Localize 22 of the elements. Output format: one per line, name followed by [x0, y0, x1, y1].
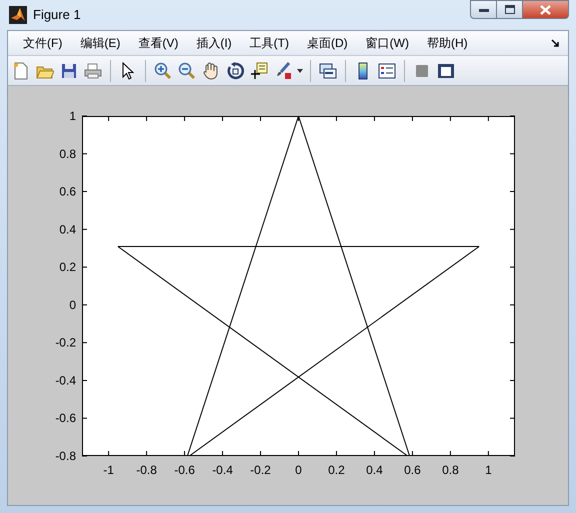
x-tick-label: -0.4 — [212, 463, 233, 477]
x-tick-label: -0.6 — [174, 463, 195, 477]
y-tick-label: 0 — [69, 298, 76, 312]
x-tick-label: 0.2 — [328, 463, 345, 477]
y-tick-label: 0.8 — [59, 146, 76, 161]
y-tick-label: 0.2 — [59, 260, 76, 274]
y-tick-label: 0.4 — [59, 222, 76, 236]
y-tick-label: -0.6 — [55, 411, 76, 426]
x-tick-label: -1 — [103, 463, 114, 477]
y-tick-label: -0.8 — [55, 449, 76, 463]
x-tick-label: 0.6 — [404, 463, 421, 477]
y-tick-label: 0.6 — [59, 184, 76, 199]
window-title: Figure 1 — [33, 6, 81, 24]
y-tick-label: -0.4 — [55, 373, 76, 388]
x-tick-label: -0.8 — [136, 463, 157, 477]
x-tick-label: 0.8 — [442, 463, 459, 477]
x-tick-label: 1 — [485, 463, 492, 477]
x-tick-label: 0.4 — [366, 463, 383, 477]
y-tick-label: 1 — [69, 109, 76, 123]
x-tick-label: 0 — [295, 463, 302, 477]
x-tick-label: -0.2 — [250, 463, 271, 477]
y-tick-label: -0.2 — [55, 336, 76, 350]
